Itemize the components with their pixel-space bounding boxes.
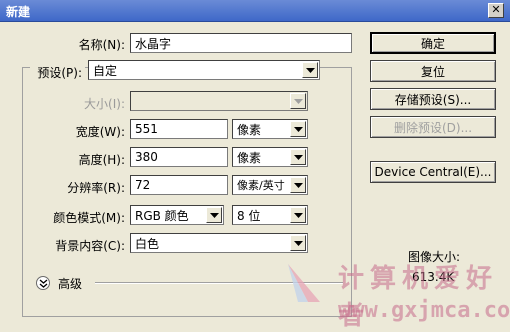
preset-select[interactable]: 自定 [88, 60, 320, 80]
width-unit-value: 像素 [237, 122, 262, 137]
resolution-input[interactable] [130, 175, 228, 195]
ok-button[interactable]: 确定 [370, 32, 496, 54]
width-label: 宽度(W): [75, 125, 125, 139]
background-select[interactable]: 白色 [130, 233, 308, 253]
new-document-dialog: 名称(N): 预设(P): 自定 大小(I): 宽度(W): 像素 高度(H):… [0, 22, 510, 331]
color-mode-label: 颜色模式(M): [53, 211, 125, 225]
background-label: 背景内容(C): [55, 239, 125, 253]
chevron-down-icon [290, 207, 306, 223]
title-bar: 新建 ✕ [0, 0, 510, 22]
chevron-down-icon [290, 121, 306, 137]
width-input[interactable] [130, 119, 228, 139]
width-unit-select[interactable]: 像素 [232, 119, 308, 139]
height-label: 高度(H): [78, 153, 125, 167]
size-label: 大小(I): [84, 97, 125, 111]
chevron-down-icon [290, 149, 306, 165]
chevron-double-down-icon [39, 279, 47, 288]
close-button[interactable]: ✕ [488, 3, 504, 18]
color-mode-value: RGB 颜色 [135, 208, 189, 223]
watermark-url: www.gxjmca.com [338, 298, 510, 323]
resolution-unit-value: 像素/英寸 [237, 179, 285, 192]
advanced-toggle-button[interactable] [36, 276, 50, 290]
preset-label: 预设(P): [37, 66, 82, 80]
chevron-down-icon [290, 93, 306, 109]
save-preset-button[interactable]: 存储预设(S)... [370, 88, 496, 110]
advanced-label: 高级 [58, 277, 83, 291]
resolution-label: 分辨率(R): [67, 181, 125, 195]
chevron-down-icon [290, 177, 306, 193]
chevron-down-icon [290, 235, 306, 251]
preset-value: 自定 [93, 63, 118, 78]
bit-depth-value: 8 位 [237, 208, 261, 223]
close-icon: ✕ [491, 3, 501, 16]
delete-preset-button: 删除预设(D)... [370, 116, 496, 138]
name-input[interactable] [130, 33, 352, 53]
device-central-button[interactable]: Device Central(E)... [370, 161, 496, 183]
height-unit-select[interactable]: 像素 [232, 147, 308, 167]
chevron-down-icon [206, 207, 222, 223]
watermark-logo [288, 264, 320, 302]
window-title: 新建 [6, 5, 31, 19]
height-unit-value: 像素 [237, 150, 262, 165]
reset-button[interactable]: 复位 [370, 60, 496, 82]
background-value: 白色 [135, 236, 160, 251]
name-label: 名称(N): [78, 38, 125, 52]
chevron-down-icon [302, 62, 318, 78]
height-input[interactable] [130, 147, 228, 167]
resolution-unit-select[interactable]: 像素/英寸 [232, 175, 308, 195]
size-select [130, 91, 308, 111]
bit-depth-select[interactable]: 8 位 [232, 205, 308, 225]
color-mode-select[interactable]: RGB 颜色 [130, 205, 224, 225]
